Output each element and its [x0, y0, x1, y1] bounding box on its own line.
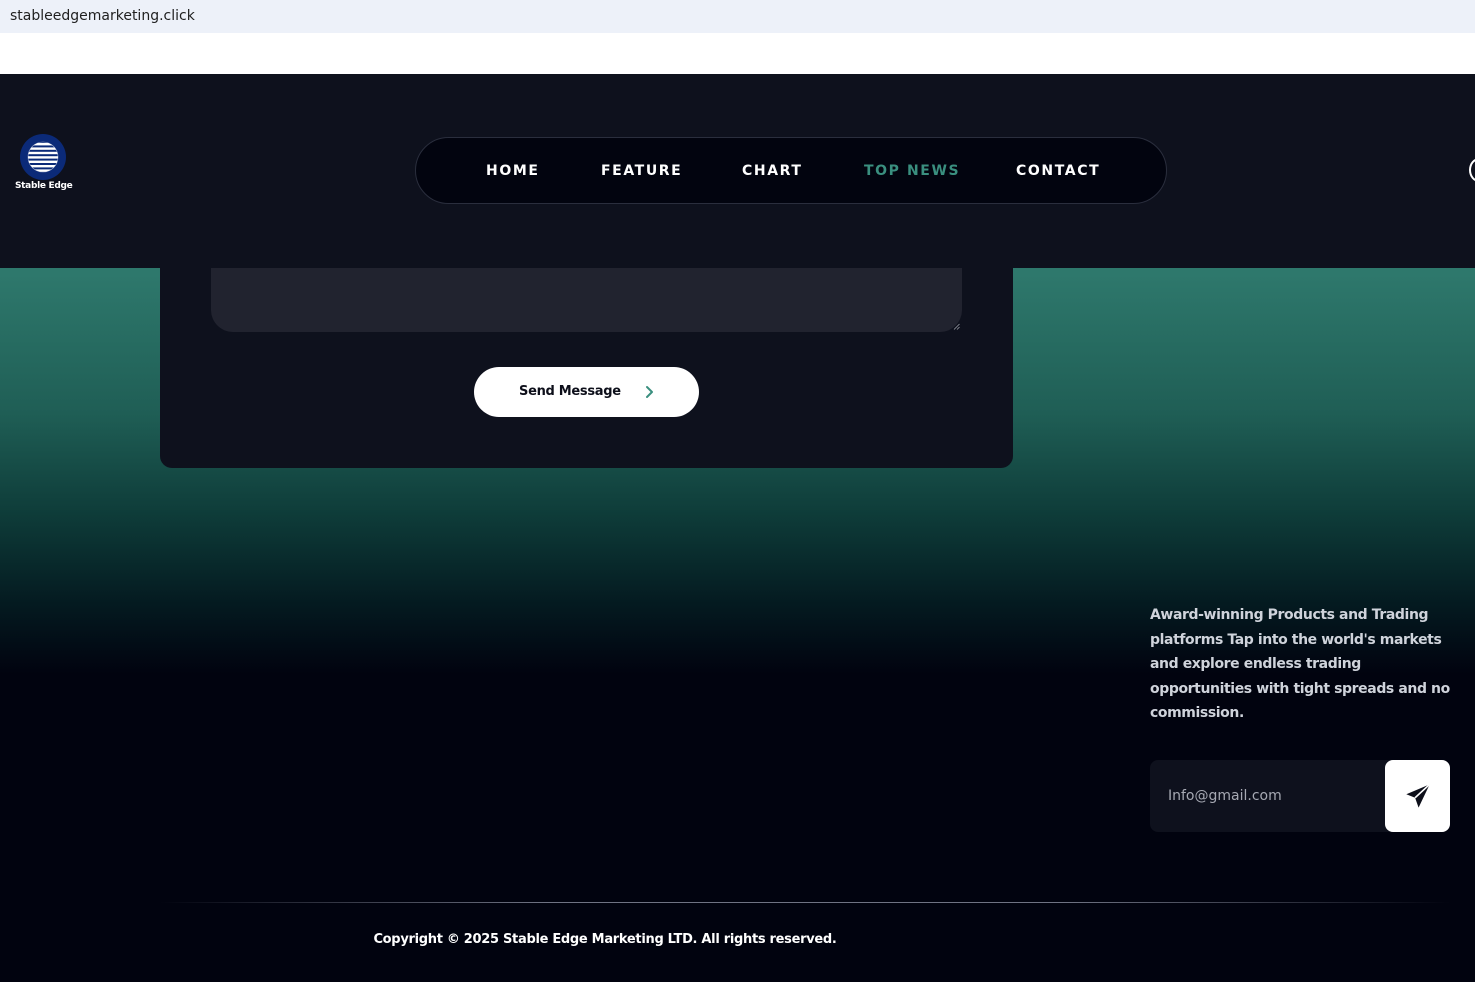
- nav-item-chart[interactable]: CHART: [742, 138, 803, 205]
- message-textarea[interactable]: [211, 268, 962, 332]
- browser-content-strip: [0, 33, 1475, 74]
- logo-wordmark: Stable Edge: [15, 181, 73, 191]
- nav-item-contact[interactable]: CONTACT: [1016, 138, 1100, 205]
- newsletter-email-input[interactable]: [1150, 760, 1390, 832]
- nav-item-top-news[interactable]: TOP NEWS: [864, 138, 960, 205]
- send-message-button[interactable]: Send Message: [474, 367, 699, 417]
- paper-plane-icon: [1405, 783, 1430, 808]
- send-message-label: Send Message: [519, 384, 621, 399]
- newsletter-form: [1150, 760, 1450, 832]
- site-header: Stable Edge HOME FEATURE CHART TOP NEWS …: [0, 74, 1475, 268]
- url-text: stableedgemarketing.click: [10, 8, 195, 24]
- address-bar[interactable]: stableedgemarketing.click: [0, 0, 1475, 33]
- newsletter-submit-button[interactable]: [1385, 760, 1450, 832]
- footer-divider: [160, 902, 1450, 903]
- nav-item-home[interactable]: HOME: [486, 138, 540, 205]
- footer-description: Award-winning Products and Trading platf…: [1150, 607, 1450, 721]
- resize-handle-icon[interactable]: [953, 323, 960, 330]
- copyright-text: Copyright © 2025 Stable Edge Marketing L…: [373, 932, 837, 947]
- contact-form-card: Send Message: [160, 268, 1013, 468]
- nav-item-feature[interactable]: FEATURE: [601, 138, 682, 205]
- brand-logo[interactable]: Stable Edge: [15, 134, 73, 191]
- page: stableedgemarketing.click Stable Edge HO…: [0, 0, 1475, 982]
- main-navigation: HOME FEATURE CHART TOP NEWS CONTACT: [415, 137, 1167, 204]
- globe-icon: [20, 134, 66, 180]
- header-action-button[interactable]: [1469, 158, 1475, 182]
- chevron-right-icon: [646, 386, 653, 398]
